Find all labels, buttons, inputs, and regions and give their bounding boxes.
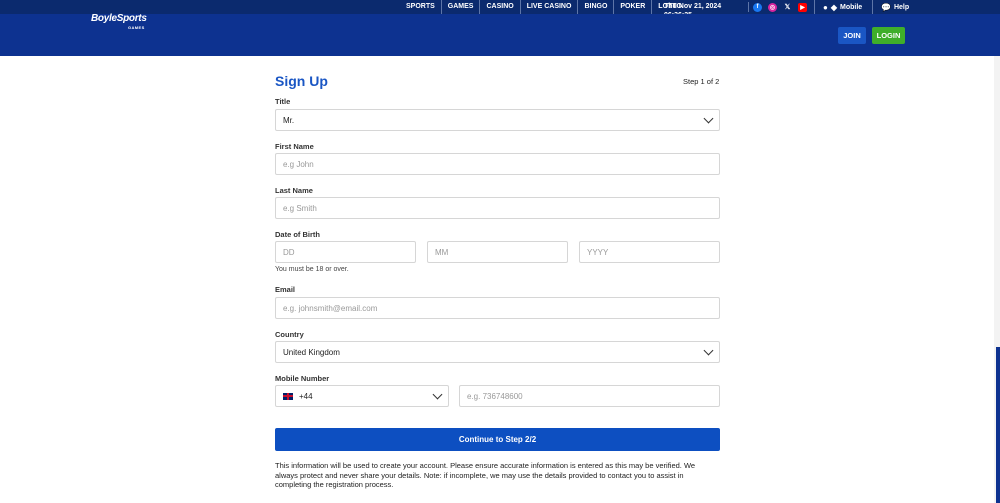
step-indicator: Step 1 of 2	[683, 77, 720, 86]
nav-bingo[interactable]: BINGO	[578, 0, 615, 14]
dob-year-input[interactable]: YYYY	[579, 241, 720, 263]
help-link[interactable]: 💬 Help	[872, 0, 909, 14]
email-placeholder: e.g. johnsmith@email.com	[283, 303, 378, 313]
country-code-value: +44	[299, 391, 313, 401]
nav-sports[interactable]: SPORTS	[400, 0, 442, 14]
last-name-label: Last Name	[275, 186, 313, 195]
logo[interactable]: BoyleSports	[91, 13, 147, 24]
login-button[interactable]: LOGIN	[872, 27, 905, 44]
country-label: Country	[275, 330, 304, 339]
title-select[interactable]: Mr.	[275, 109, 720, 131]
country-value: United Kingdom	[283, 347, 340, 357]
chat-icon: 💬	[881, 2, 891, 12]
dob-month-placeholder: MM	[435, 247, 449, 257]
mobile-label: Mobile	[840, 3, 863, 11]
dob-hint: You must be 18 or over.	[275, 266, 349, 273]
chevron-down-icon	[703, 113, 714, 124]
first-name-input[interactable]: e.g John	[275, 153, 720, 175]
logo-subtitle: GAMES	[128, 25, 145, 30]
dob-day-input[interactable]: DD	[275, 241, 416, 263]
last-name-placeholder: e.g Smith	[283, 203, 317, 213]
first-name-placeholder: e.g John	[283, 159, 314, 169]
nav-games[interactable]: GAMES	[442, 0, 481, 14]
dob-day-placeholder: DD	[283, 247, 295, 257]
info-text: This information will be used to create …	[275, 461, 696, 489]
chevron-down-icon	[703, 345, 714, 356]
first-name-label: First Name	[275, 142, 314, 151]
title-label: Title	[275, 97, 291, 106]
nav-casino[interactable]: CASINO	[480, 0, 521, 14]
country-code-select[interactable]: +44	[275, 385, 449, 407]
nav-live-casino[interactable]: LIVE CASINO	[521, 0, 579, 14]
last-name-input[interactable]: e.g Smith	[275, 197, 720, 219]
dob-month-input[interactable]: MM	[427, 241, 568, 263]
mobile-number-input[interactable]: e.g. 736748600	[459, 385, 720, 407]
mobile-number-placeholder: e.g. 736748600	[467, 391, 523, 401]
logo-text: BoyleSports	[91, 13, 147, 24]
apple-icon: ●	[823, 2, 828, 12]
social-links: f ◎ 𝕏 ▶	[748, 2, 807, 12]
x-icon[interactable]: 𝕏	[783, 3, 792, 12]
page-title: Sign Up	[275, 73, 328, 89]
android-icon: ◆	[830, 2, 837, 12]
uk-flag-icon	[283, 392, 293, 400]
country-select[interactable]: United Kingdom	[275, 341, 720, 363]
mobile-number-label: Mobile Number	[275, 374, 330, 383]
email-input[interactable]: e.g. johnsmith@email.com	[275, 297, 720, 319]
continue-button[interactable]: Continue to Step 2/2	[275, 428, 720, 451]
clock-date: Thu Nov 21, 2024	[664, 3, 722, 10]
mobile-app-link[interactable]: ● ◆ Mobile	[814, 0, 862, 14]
facebook-icon[interactable]: f	[753, 2, 762, 12]
chevron-down-icon	[432, 389, 443, 400]
instagram-icon[interactable]: ◎	[768, 2, 777, 12]
email-label: Email	[275, 285, 296, 294]
join-button[interactable]: JOIN	[838, 27, 866, 44]
help-label: Help	[893, 3, 910, 11]
nav-poker[interactable]: POKER	[614, 0, 653, 14]
title-value: Mr.	[283, 115, 295, 125]
youtube-icon[interactable]: ▶	[798, 2, 807, 12]
dob-year-placeholder: YYYY	[587, 247, 609, 257]
page-edge-decoration	[996, 347, 1000, 503]
dob-label: Date of Birth	[275, 230, 320, 239]
top-navigation: SPORTS GAMES CASINO LIVE CASINO BINGO PO…	[400, 0, 688, 14]
